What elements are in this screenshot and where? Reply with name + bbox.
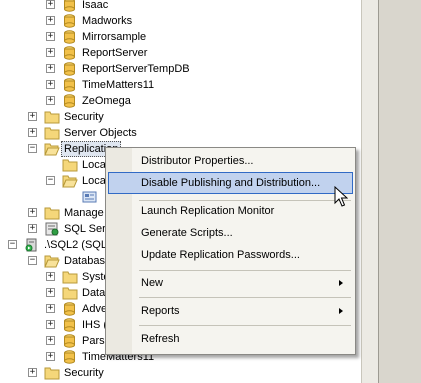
submenu-arrow-icon	[339, 280, 343, 286]
tree-node-label: TimeMatters11	[82, 79, 155, 91]
tree-node-label: Databas	[64, 255, 105, 267]
context-menu: Distributor Properties... Disable Publis…	[105, 147, 356, 355]
folder-icon	[44, 207, 60, 220]
expand-icon[interactable]: +	[28, 208, 37, 217]
menu-item-reports[interactable]: Reports	[108, 300, 353, 322]
expand-icon[interactable]: +	[46, 16, 55, 25]
collapse-icon[interactable]: −	[46, 176, 55, 185]
menu-item-update-replication-passwords[interactable]: Update Replication Passwords...	[108, 244, 353, 266]
tree-node-label: ReportServer	[82, 47, 148, 59]
database-icon	[64, 94, 75, 108]
agent-icon	[45, 222, 59, 236]
menu-item-new[interactable]: New	[108, 272, 353, 294]
database-icon	[64, 318, 75, 332]
tree-node-label: Security	[64, 367, 104, 379]
tree-node-label: Isaac	[82, 0, 109, 11]
expand-icon[interactable]: +	[46, 320, 55, 329]
database-icon	[64, 302, 75, 316]
database-icon	[64, 14, 75, 28]
collapse-icon[interactable]: −	[28, 144, 37, 153]
expand-icon[interactable]: +	[46, 0, 55, 9]
database-icon	[64, 350, 75, 364]
vertical-scrollbar[interactable]	[361, 0, 379, 383]
database-icon	[64, 334, 75, 348]
expand-icon[interactable]: +	[46, 64, 55, 73]
menu-separator	[139, 297, 351, 298]
menu-separator	[139, 270, 351, 271]
submenu-arrow-icon	[339, 308, 343, 314]
database-icon	[64, 30, 75, 44]
tree-node-label: Loca	[82, 159, 106, 171]
tree-node-label: Data	[82, 287, 106, 299]
menu-item-launch-replication-monitor[interactable]: Launch Replication Monitor	[108, 200, 353, 222]
tree-node-label: Manage	[64, 207, 104, 219]
menu-item-label: Reports	[141, 305, 180, 317]
menu-item-label: Disable Publishing and Distribution...	[141, 177, 321, 189]
expand-icon[interactable]: +	[46, 80, 55, 89]
expand-icon[interactable]: +	[46, 96, 55, 105]
collapse-icon[interactable]: −	[8, 240, 17, 249]
folder-icon	[44, 367, 60, 380]
menu-item-label: New	[141, 277, 164, 289]
folder-icon	[62, 271, 78, 284]
tree-node-label: Pars	[82, 335, 105, 347]
tree-node-label: Madworks	[82, 15, 133, 27]
collapse-icon[interactable]: −	[28, 256, 37, 265]
subscription-icon	[82, 191, 97, 203]
folder-icon	[44, 111, 60, 124]
adjacent-pane	[378, 0, 421, 383]
expand-icon[interactable]: +	[46, 336, 55, 345]
expand-icon[interactable]: +	[28, 224, 37, 233]
expand-icon[interactable]: +	[46, 304, 55, 313]
menu-item-disable-publishing[interactable]: Disable Publishing and Distribution...	[108, 172, 353, 194]
menu-item-label: Distributor Properties...	[141, 155, 254, 167]
expand-icon[interactable]: +	[28, 128, 37, 137]
tree-node-label: .\SQL2 (SQL	[44, 239, 107, 251]
open-folder-icon	[44, 255, 60, 268]
tree-node-label: Server Objects	[64, 127, 137, 139]
expand-icon[interactable]: +	[46, 288, 55, 297]
menu-separator	[139, 325, 351, 326]
tree-node-label: ReportServerTempDB	[82, 63, 190, 75]
expand-icon[interactable]: +	[46, 352, 55, 361]
server-icon	[25, 238, 37, 252]
database-icon	[64, 0, 75, 12]
mouse-cursor-icon	[334, 186, 348, 207]
expand-icon[interactable]: +	[46, 48, 55, 57]
expand-icon[interactable]: +	[46, 272, 55, 281]
tree-node-label: Loca	[82, 175, 106, 187]
database-icon	[64, 78, 75, 92]
menu-item-label: Launch Replication Monitor	[141, 205, 275, 217]
folder-icon	[62, 287, 78, 300]
database-icon	[64, 46, 75, 60]
database-icon	[64, 62, 75, 76]
open-folder-icon	[62, 175, 78, 188]
folder-icon	[62, 159, 78, 172]
menu-item-label: Generate Scripts...	[141, 227, 233, 239]
open-folder-icon	[44, 143, 60, 156]
expand-icon[interactable]: +	[28, 368, 37, 377]
menu-item-refresh[interactable]: Refresh	[108, 328, 353, 350]
menu-item-generate-scripts[interactable]: Generate Scripts...	[108, 222, 353, 244]
menu-item-label: Refresh	[141, 333, 180, 345]
tree-node-label: Mirrorsample	[82, 31, 147, 43]
folder-icon	[44, 127, 60, 140]
tree-node-label: ZeOmega	[82, 95, 131, 107]
menu-item-distributor-properties[interactable]: Distributor Properties...	[108, 150, 353, 172]
object-explorer-window: + Isaac + Madworks + Mirrorsample + Repo…	[0, 0, 421, 383]
tree-node-label: Security	[64, 111, 104, 123]
expand-icon[interactable]: +	[46, 32, 55, 41]
expand-icon[interactable]: +	[28, 112, 37, 121]
menu-item-label: Update Replication Passwords...	[141, 249, 300, 261]
